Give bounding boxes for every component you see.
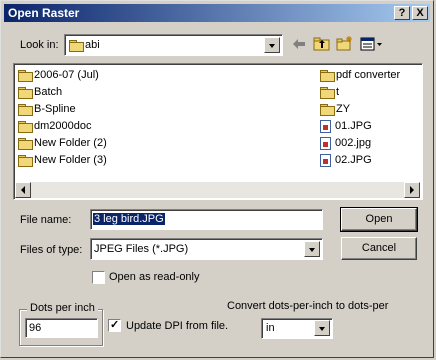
up-folder-icon bbox=[313, 37, 330, 51]
folder-icon bbox=[18, 120, 33, 133]
folder-icon bbox=[320, 69, 335, 82]
folder-icon bbox=[18, 103, 33, 116]
list-item-label: t bbox=[336, 86, 340, 98]
view-menu-icon bbox=[360, 37, 382, 51]
file-name-input[interactable]: 3 leg bird.JPG bbox=[90, 209, 323, 230]
list-item[interactable]: New Folder (2) bbox=[18, 135, 107, 151]
list-item[interactable]: Batch bbox=[18, 84, 62, 100]
open-button-label: Open bbox=[365, 213, 393, 225]
list-item-label: New Folder (2) bbox=[34, 137, 107, 149]
dots-per-inch-label: Dots per inch bbox=[27, 302, 98, 314]
list-item[interactable]: dm2000doc bbox=[18, 118, 92, 134]
title-bar[interactable]: Open Raster bbox=[4, 4, 430, 22]
folder-icon bbox=[18, 69, 33, 82]
folder-icon bbox=[320, 86, 335, 99]
image-file-icon bbox=[320, 136, 331, 150]
folder-icon bbox=[320, 103, 335, 116]
list-item-label: 02.JPG bbox=[335, 154, 372, 166]
help-button[interactable]: ? bbox=[394, 6, 410, 20]
view-menu-button[interactable] bbox=[360, 36, 384, 52]
image-file-icon bbox=[320, 119, 331, 133]
folder-icon bbox=[18, 154, 33, 167]
new-folder-button[interactable] bbox=[336, 35, 354, 52]
convert-label: Convert dots-per-inch to dots-per bbox=[227, 300, 389, 312]
chevron-down-icon bbox=[269, 44, 275, 48]
list-item[interactable]: t bbox=[320, 84, 339, 100]
list-item[interactable]: B-Spline bbox=[18, 101, 76, 117]
file-name-label: File name: bbox=[20, 214, 72, 226]
cancel-button[interactable]: Cancel bbox=[341, 237, 417, 260]
update-dpi-label: Update DPI from file. bbox=[126, 320, 229, 332]
list-item-label: Batch bbox=[34, 86, 63, 98]
update-dpi-checkbox[interactable]: ✓ bbox=[108, 319, 121, 332]
convert-unit-combo[interactable]: in bbox=[261, 318, 333, 339]
list-item-label: 2006-07 (Jul) bbox=[34, 69, 99, 81]
list-item[interactable]: ZY bbox=[320, 101, 350, 117]
scroll-right-button[interactable] bbox=[404, 182, 420, 198]
file-name-value: 3 leg bird.JPG bbox=[93, 213, 165, 225]
files-of-type-value: JPEG Files (*.JPG) bbox=[94, 243, 189, 255]
folder-icon bbox=[18, 86, 33, 99]
dpi-value: 96 bbox=[29, 322, 42, 334]
folder-icon bbox=[69, 39, 84, 52]
arrow-left-icon bbox=[21, 186, 25, 194]
files-of-type-combo[interactable]: JPEG Files (*.JPG) bbox=[90, 238, 323, 260]
list-item[interactable]: pdf converter bbox=[320, 67, 400, 83]
folder-icon bbox=[18, 137, 33, 150]
look-in-dropdown-button[interactable] bbox=[264, 37, 280, 53]
convert-unit-dropdown-button[interactable] bbox=[314, 320, 330, 336]
convert-unit-value: in bbox=[266, 322, 275, 334]
look-in-label: Look in: bbox=[20, 39, 59, 51]
chevron-down-icon bbox=[309, 248, 315, 252]
close-button[interactable]: X bbox=[412, 6, 428, 20]
files-of-type-label: Files of type: bbox=[20, 244, 83, 256]
read-only-checkbox[interactable] bbox=[92, 271, 105, 284]
arrow-right-icon bbox=[410, 186, 414, 194]
list-item[interactable]: 002.jpg bbox=[320, 135, 371, 151]
look-in-combo[interactable]: abi bbox=[64, 34, 283, 56]
chevron-down-icon bbox=[319, 327, 325, 331]
list-item[interactable]: 02.JPG bbox=[320, 152, 372, 168]
list-item-label: New Folder (3) bbox=[34, 154, 107, 166]
back-arrow-icon bbox=[293, 39, 305, 49]
list-item[interactable]: 01.JPG bbox=[320, 118, 372, 134]
list-item-label: 002.jpg bbox=[335, 137, 372, 149]
files-of-type-dropdown-button[interactable] bbox=[304, 241, 320, 257]
list-item-label: ZY bbox=[336, 103, 351, 115]
look-in-value: abi bbox=[85, 39, 100, 51]
open-raster-dialog: Open Raster ? X Look in: abi 2006-07 (Ju… bbox=[0, 0, 434, 358]
new-folder-icon bbox=[336, 36, 352, 51]
cancel-button-label: Cancel bbox=[361, 242, 397, 254]
read-only-label: Open as read-only bbox=[109, 271, 200, 283]
list-item[interactable]: 2006-07 (Jul) bbox=[18, 67, 99, 83]
list-item-label: 01.JPG bbox=[335, 120, 372, 132]
list-item-label: pdf converter bbox=[336, 69, 401, 81]
dpi-input[interactable]: 96 bbox=[25, 318, 98, 338]
open-button[interactable]: Open bbox=[340, 207, 418, 232]
back-button[interactable] bbox=[292, 38, 306, 50]
scroll-left-button[interactable] bbox=[15, 182, 31, 198]
checkmark-icon: ✓ bbox=[110, 319, 120, 331]
list-item-label: B-Spline bbox=[34, 103, 76, 115]
horizontal-scrollbar[interactable] bbox=[15, 182, 420, 198]
up-folder-button[interactable] bbox=[313, 36, 331, 52]
image-file-icon bbox=[320, 153, 331, 167]
list-item[interactable]: New Folder (3) bbox=[18, 152, 107, 168]
window-title: Open Raster bbox=[8, 6, 80, 20]
list-item-label: dm2000doc bbox=[34, 120, 92, 132]
file-list[interactable]: 2006-07 (Jul) Batch B-Spline dm2000doc New F… bbox=[13, 63, 423, 200]
